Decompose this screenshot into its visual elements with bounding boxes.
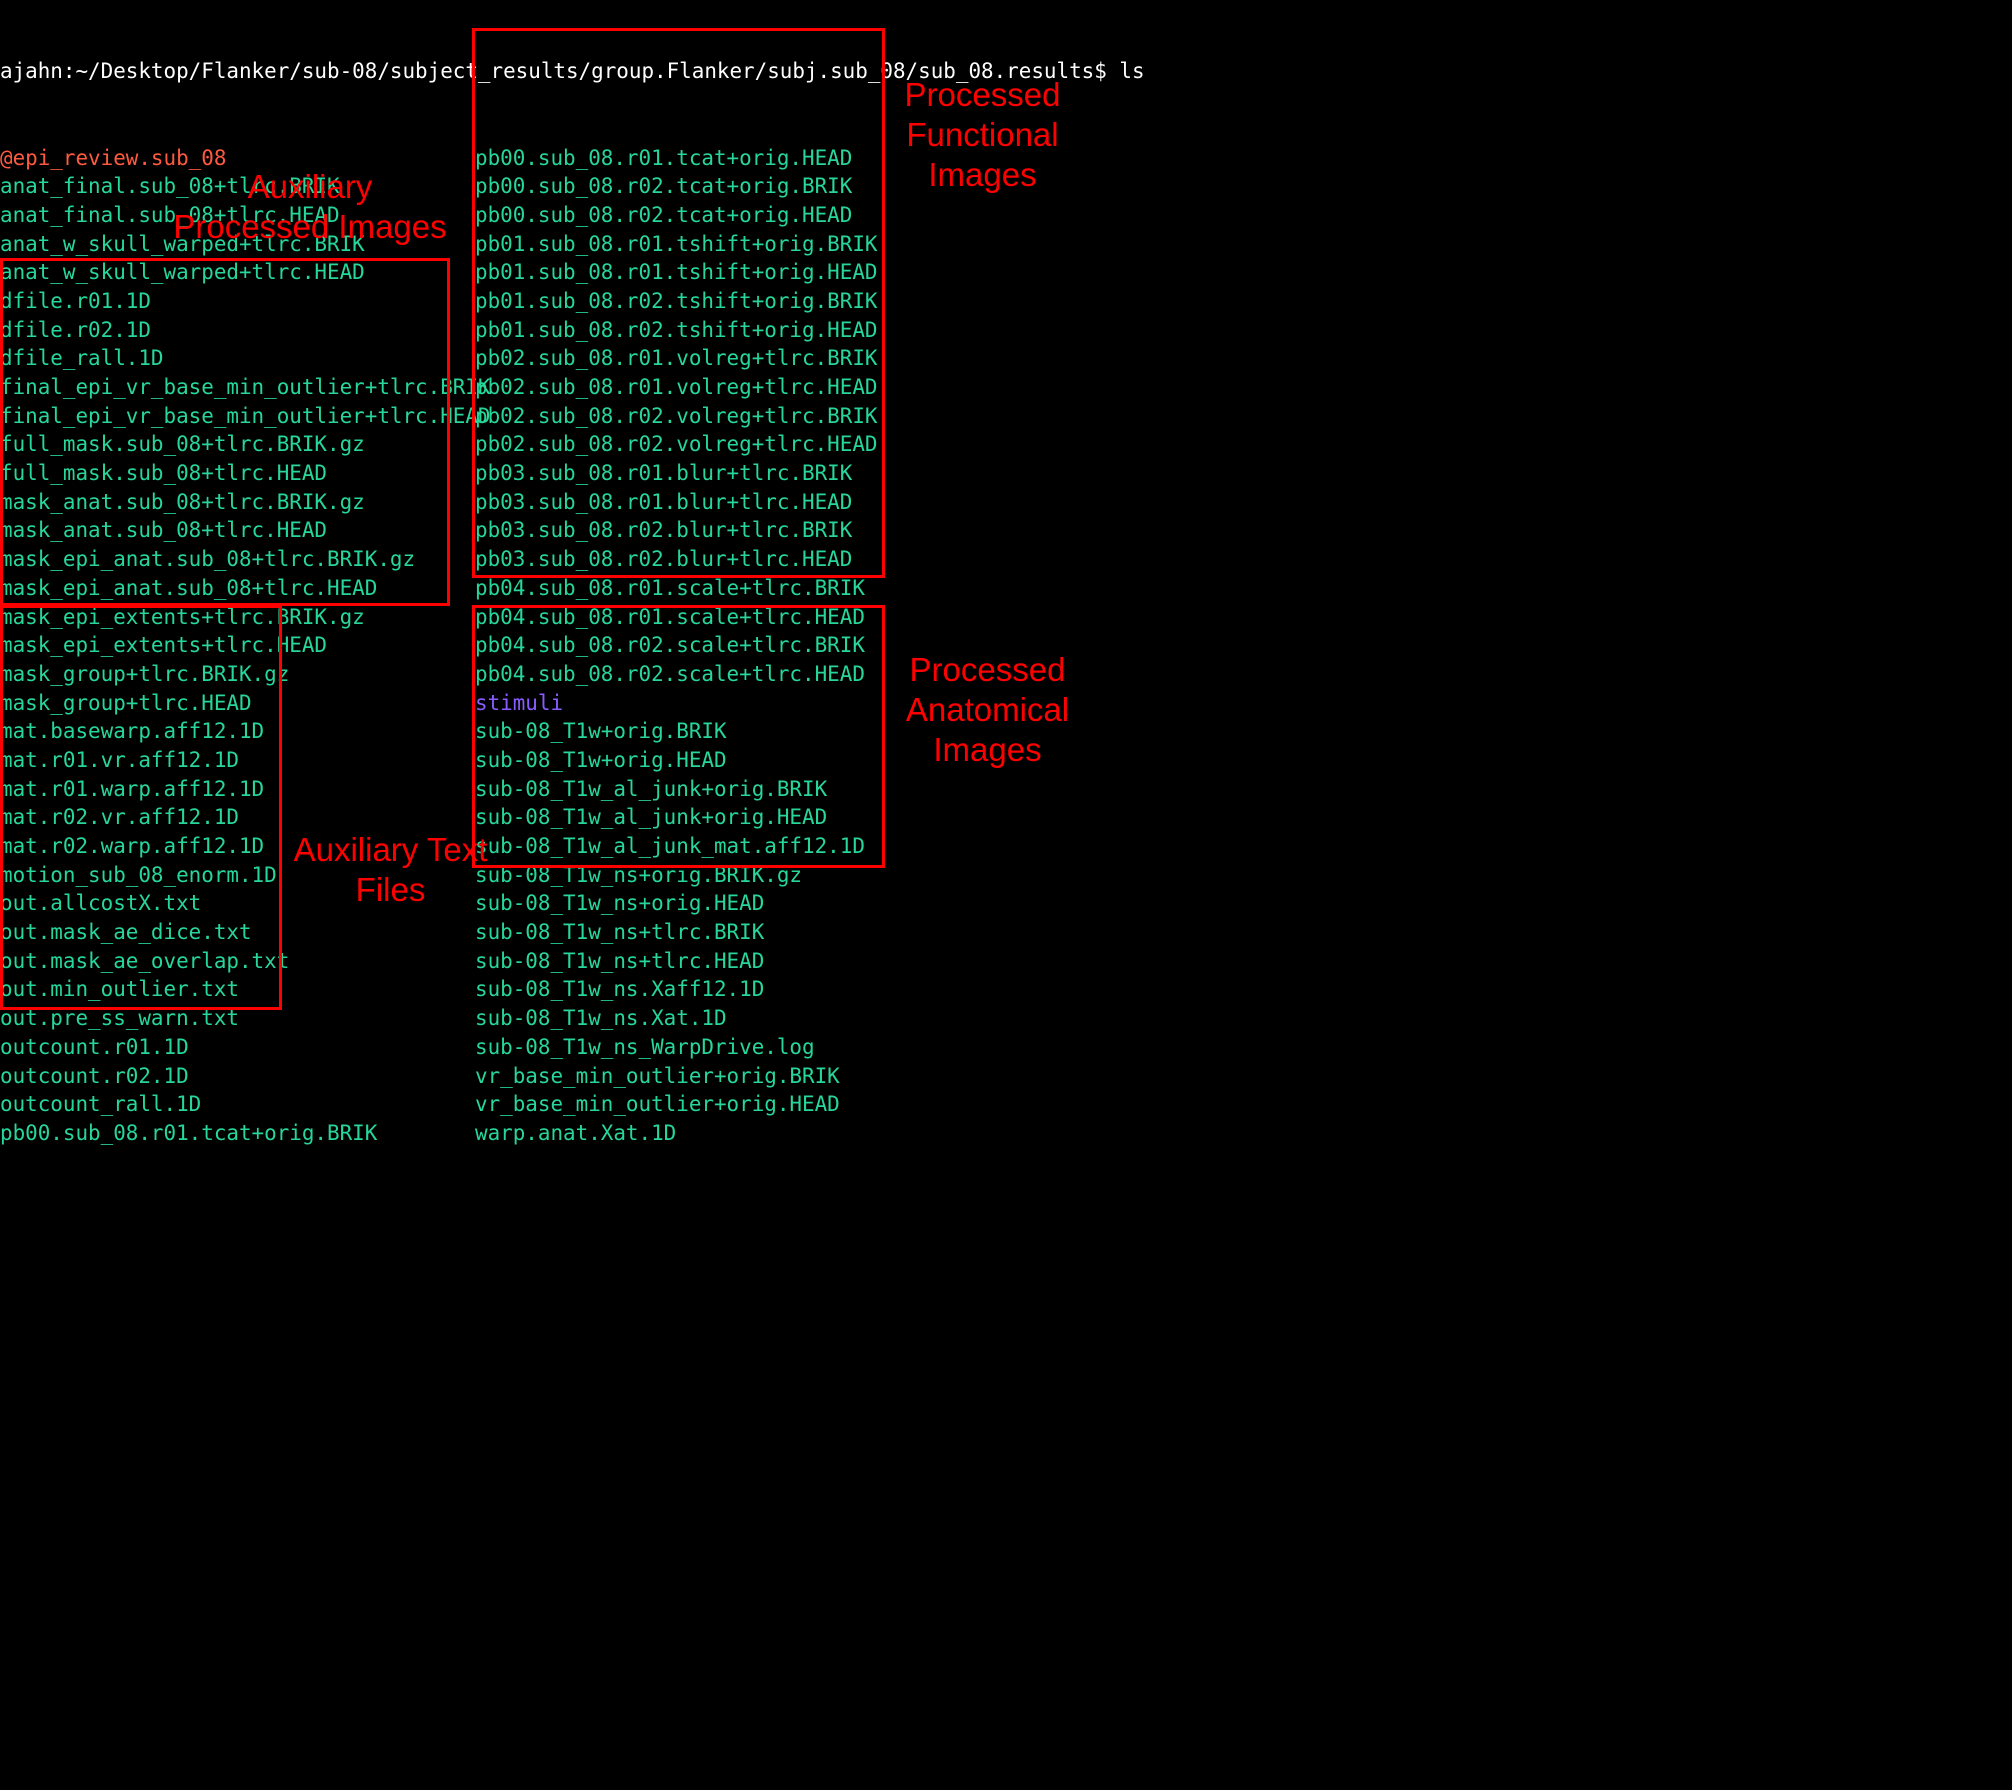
ls-entry: anat_final.sub_08+tlrc.BRIK: [0, 174, 340, 198]
ls-entry: mask_epi_extents+tlrc.BRIK.gz: [0, 605, 365, 629]
ls-entry: pb00.sub_08.r01.tcat+orig.HEAD: [475, 146, 852, 170]
ls-entry: anat_w_skull_warped+tlrc.BRIK: [0, 232, 365, 256]
ls-entry: pb04.sub_08.r02.scale+tlrc.HEAD: [475, 662, 865, 686]
ls-entry: vr_base_min_outlier+orig.BRIK: [475, 1064, 840, 1088]
ls-entry: motion_sub_08_enorm.1D: [0, 863, 277, 887]
command-text[interactable]: ls: [1119, 59, 1144, 83]
ls-entry: anat_final.sub_08+tlrc.HEAD: [0, 203, 340, 227]
ls-entry: pb03.sub_08.r01.blur+tlrc.HEAD: [475, 490, 852, 514]
ls-entry: sub-08_T1w_ns+orig.HEAD: [475, 891, 764, 915]
ls-entry: out.min_outlier.txt: [0, 977, 239, 1001]
ls-entry: pb02.sub_08.r01.volreg+tlrc.HEAD: [475, 375, 877, 399]
ls-entry: mat.r02.warp.aff12.1D: [0, 834, 264, 858]
ls-entry: pb03.sub_08.r01.blur+tlrc.BRIK: [475, 461, 852, 485]
ls-entry: mat.r01.vr.aff12.1D: [0, 748, 239, 772]
ls-entry: pb03.sub_08.r02.blur+tlrc.HEAD: [475, 547, 852, 571]
ls-entry: pb00.sub_08.r02.tcat+orig.HEAD: [475, 203, 852, 227]
ls-entry: pb00.sub_08.r01.tcat+orig.BRIK: [0, 1121, 377, 1145]
ls-entry: vr_base_min_outlier+orig.HEAD: [475, 1092, 840, 1116]
ls-entry: outcount.r01.1D: [0, 1035, 189, 1059]
ls-entry: out.mask_ae_dice.txt: [0, 920, 252, 944]
ls-entry: dfile_rall.1D: [0, 346, 164, 370]
ls-entry: @epi_review.sub_08: [0, 146, 226, 170]
ls-entry: warp.anat.Xat.1D: [475, 1121, 676, 1145]
ls-entry: pb04.sub_08.r01.scale+tlrc.HEAD: [475, 605, 865, 629]
ls-column-2: pb00.sub_08.r01.tcat+orig.HEAD pb00.sub_0…: [475, 144, 877, 1148]
ls-entry: mat.r02.vr.aff12.1D: [0, 805, 239, 829]
ls-entry: mat.basewarp.aff12.1D: [0, 719, 264, 743]
prompt-line: ajahn:~/Desktop/Flanker/sub-08/subject_r…: [0, 57, 2012, 86]
ls-entry: pb00.sub_08.r02.tcat+orig.BRIK: [475, 174, 852, 198]
ls-entry: stimuli: [475, 691, 563, 715]
ls-entry: mask_group+tlrc.BRIK.gz: [0, 662, 289, 686]
ls-entry: sub-08_T1w+orig.HEAD: [475, 748, 727, 772]
ls-entry: sub-08_T1w_al_junk+orig.HEAD: [475, 805, 827, 829]
ls-column-1: @epi_review.sub_08 anat_final.sub_08+tlrc…: [0, 144, 475, 1148]
ls-entry: mask_anat.sub_08+tlrc.BRIK.gz: [0, 490, 365, 514]
ls-entry: full_mask.sub_08+tlrc.HEAD: [0, 461, 327, 485]
ls-entry: outcount.r02.1D: [0, 1064, 189, 1088]
ls-entry: dfile.r02.1D: [0, 318, 151, 342]
ls-entry: sub-08_T1w_ns.Xat.1D: [475, 1006, 727, 1030]
ls-entry: mask_anat.sub_08+tlrc.HEAD: [0, 518, 327, 542]
ls-entry: pb02.sub_08.r02.volreg+tlrc.BRIK: [475, 404, 877, 428]
ls-entry: sub-08_T1w_ns+tlrc.HEAD: [475, 949, 764, 973]
ls-entry: pb02.sub_08.r01.volreg+tlrc.BRIK: [475, 346, 877, 370]
ls-entry: mask_group+tlrc.HEAD: [0, 691, 252, 715]
ls-entry: pb04.sub_08.r01.scale+tlrc.BRIK: [475, 576, 865, 600]
ls-entry: mat.r01.warp.aff12.1D: [0, 777, 264, 801]
ls-entry: final_epi_vr_base_min_outlier+tlrc.HEAD: [0, 404, 491, 428]
ls-entry: sub-08_T1w_ns+orig.BRIK.gz: [475, 863, 802, 887]
ls-entry: sub-08_T1w_ns.Xaff12.1D: [475, 977, 764, 1001]
ls-entry: sub-08_T1w_ns_WarpDrive.log: [475, 1035, 815, 1059]
ls-entry: sub-08_T1w_ns+tlrc.BRIK: [475, 920, 764, 944]
ls-entry: full_mask.sub_08+tlrc.BRIK.gz: [0, 432, 365, 456]
ls-entry: final_epi_vr_base_min_outlier+tlrc.BRIK: [0, 375, 491, 399]
ls-entry: sub-08_T1w+orig.BRIK: [475, 719, 727, 743]
ls-entry: sub-08_T1w_al_junk_mat.aff12.1D: [475, 834, 865, 858]
ls-entry: pb03.sub_08.r02.blur+tlrc.BRIK: [475, 518, 852, 542]
ls-entry: pb01.sub_08.r01.tshift+orig.BRIK: [475, 232, 877, 256]
ls-entry: pb01.sub_08.r02.tshift+orig.BRIK: [475, 289, 877, 313]
ls-entry: out.allcostX.txt: [0, 891, 201, 915]
ls-entry: out.mask_ae_overlap.txt: [0, 949, 289, 973]
ls-entry: out.pre_ss_warn.txt: [0, 1006, 239, 1030]
ls-entry: pb01.sub_08.r02.tshift+orig.HEAD: [475, 318, 877, 342]
ls-entry: pb01.sub_08.r01.tshift+orig.HEAD: [475, 260, 877, 284]
ls-entry: pb02.sub_08.r02.volreg+tlrc.HEAD: [475, 432, 877, 456]
ls-entry: dfile.r01.1D: [0, 289, 151, 313]
ls-entry: mask_epi_extents+tlrc.HEAD: [0, 633, 327, 657]
ls-entry: outcount_rall.1D: [0, 1092, 201, 1116]
ls-entry: mask_epi_anat.sub_08+tlrc.BRIK.gz: [0, 547, 415, 571]
ls-entry: pb04.sub_08.r02.scale+tlrc.BRIK: [475, 633, 865, 657]
ls-entry: anat_w_skull_warped+tlrc.HEAD: [0, 260, 365, 284]
prompt-text: ajahn:~/Desktop/Flanker/sub-08/subject_r…: [0, 59, 1119, 83]
ls-entry: sub-08_T1w_al_junk+orig.BRIK: [475, 777, 827, 801]
ls-entry: mask_epi_anat.sub_08+tlrc.HEAD: [0, 576, 377, 600]
